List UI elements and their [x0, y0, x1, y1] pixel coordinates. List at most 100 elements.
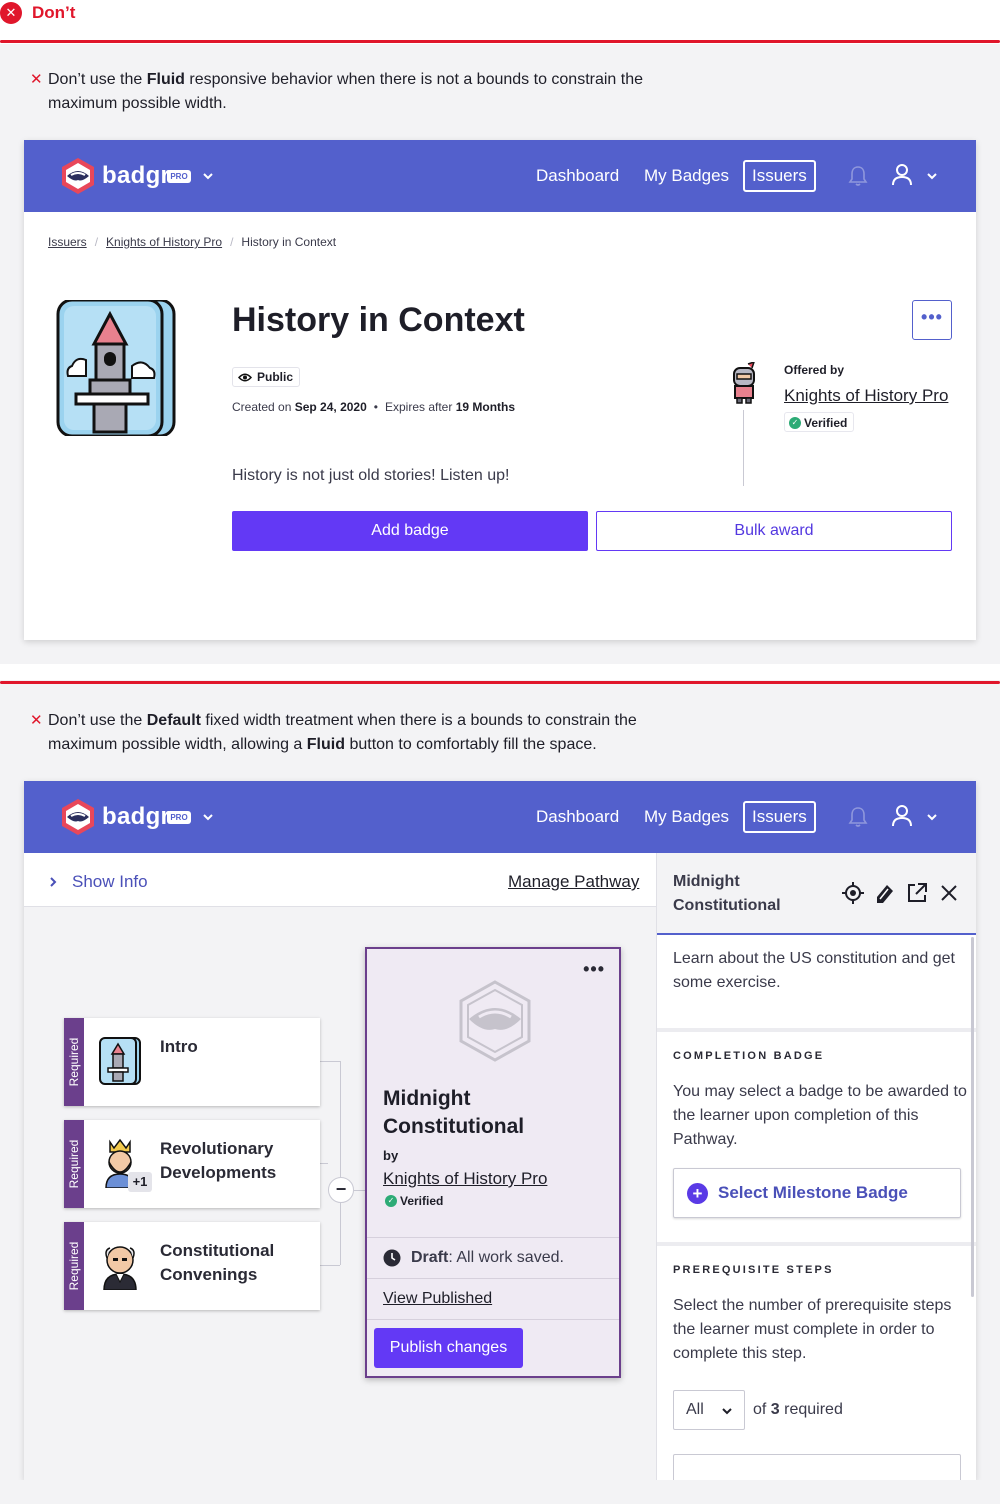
note-text: Don’t use the	[48, 71, 147, 88]
note-text: Don’t use the	[48, 712, 147, 729]
add-badge-button[interactable]: Add badge	[232, 511, 588, 551]
visibility-badge: Public	[232, 367, 301, 387]
panel-scrollbar[interactable]	[971, 937, 974, 1297]
clock-icon	[383, 1249, 401, 1267]
check-icon: ✓	[385, 1195, 397, 1207]
connector-line	[320, 1163, 328, 1164]
edit-icon[interactable]	[873, 881, 897, 905]
guideline-note-1: ✕ Don’t use the Fluid responsive behavio…	[30, 68, 710, 116]
badgr-logo-icon[interactable]	[58, 156, 98, 196]
step-details-panel: Midnight Constitutional Learn about the …	[656, 853, 976, 1480]
visibility-label: Public	[257, 370, 294, 384]
panel-title: Midnight Constitutional	[673, 873, 781, 914]
badge-meta: Created on Sep 24, 2020 • Expires after 19…	[232, 400, 516, 414]
verified-label: Verified	[804, 416, 848, 430]
select-value: All	[686, 1401, 704, 1418]
example-card-1: badgr PRO Dashboard My Badges Issuers Is…	[24, 140, 976, 640]
chevron-down-icon[interactable]	[927, 812, 937, 822]
publish-changes-button[interactable]: Publish changes	[374, 1328, 523, 1368]
close-icon[interactable]	[937, 881, 961, 905]
top-nav: badgr PRO Dashboard My Badges Issuers	[24, 781, 976, 853]
castle-badge-icon	[56, 300, 176, 436]
nav-my-badges[interactable]: My Badges	[644, 164, 729, 188]
bulk-award-button[interactable]: Bulk award	[596, 511, 952, 551]
step-card-constitutional[interactable]: Required Constitutional Convenings	[64, 1222, 320, 1310]
verified-badge: ✓ Verified	[381, 1191, 449, 1211]
knight-avatar-icon	[733, 362, 755, 404]
bottom-gap	[0, 1480, 1000, 1504]
user-icon[interactable]	[890, 803, 916, 829]
more-options-button[interactable]: •••	[583, 960, 605, 978]
prerequisite-steps-heading: PREREQUISITE STEPS	[673, 1264, 834, 1276]
plus-icon: +	[687, 1183, 708, 1204]
expires-value: 19 Months	[455, 400, 516, 414]
verified-badge: ✓ Verified	[784, 412, 855, 432]
panel-header: Midnight Constitutional	[657, 853, 976, 935]
nav-dashboard[interactable]: Dashboard	[536, 164, 619, 188]
prerequisite-count-select[interactable]: All	[673, 1390, 745, 1430]
step-label: Intro	[160, 1037, 198, 1056]
step-card-revolutionary[interactable]: Required +1 Revolutionary Developments	[64, 1120, 320, 1208]
required-tag: Required	[64, 1018, 84, 1106]
error-icon: ✕	[0, 2, 22, 24]
issuer-link[interactable]: Knights of History Pro	[784, 384, 948, 408]
x-mark-icon: ✕	[30, 712, 43, 729]
connector-line	[354, 1190, 365, 1191]
nav-issuers[interactable]: Issuers	[743, 160, 816, 192]
breadcrumb-issuer[interactable]: Knights of History Pro	[106, 235, 222, 249]
nav-dashboard[interactable]: Dashboard	[536, 805, 619, 829]
check-icon: ✓	[789, 417, 801, 429]
required-tag: Required	[64, 1120, 84, 1208]
bell-icon[interactable]	[846, 164, 870, 188]
nav-my-badges[interactable]: My Badges	[644, 805, 729, 829]
breadcrumb-current: History in Context	[241, 235, 337, 249]
created-date: Sep 24, 2020	[294, 400, 367, 414]
extra-count-badge: +1	[128, 1172, 152, 1192]
note-bold: Fluid	[306, 736, 345, 753]
bell-icon[interactable]	[846, 805, 870, 829]
divider-rule	[0, 40, 1000, 43]
issuer-connector-line	[743, 410, 744, 486]
step-card-intro[interactable]: Required Intro	[64, 1018, 320, 1106]
chevron-down-icon[interactable]	[203, 812, 213, 822]
by-label: by	[383, 1148, 399, 1163]
chevron-down-icon[interactable]	[927, 171, 937, 181]
pro-badge: PRO	[167, 170, 191, 183]
draft-status: Draft: All work saved.	[411, 1247, 564, 1269]
offered-by-label: Offered by	[784, 363, 845, 377]
manage-pathway-link[interactable]: Manage Pathway	[508, 871, 639, 893]
issuer-link[interactable]: Knights of History Pro	[383, 1167, 547, 1191]
step-label: Revolutionary Developments	[160, 1139, 277, 1182]
nav-issuers[interactable]: Issuers	[743, 801, 816, 833]
chevron-right-icon[interactable]	[48, 877, 58, 887]
milestone-card[interactable]: ••• Midnight Constitutional by Knights o…	[365, 947, 621, 1378]
collapse-toggle-button[interactable]: −	[328, 1177, 354, 1203]
select-milestone-badge-button[interactable]: + Select Milestone Badge	[673, 1168, 961, 1218]
connector-line	[340, 1061, 341, 1177]
locate-icon[interactable]	[841, 881, 865, 905]
required-label: required	[779, 1401, 843, 1418]
badge-title: History in Context	[232, 301, 525, 339]
draft-text: : All work saved.	[448, 1249, 564, 1266]
castle-badge-icon	[99, 1037, 141, 1085]
more-options-button[interactable]: •••	[912, 300, 952, 340]
section-divider	[657, 1028, 976, 1032]
view-published-link[interactable]: View Published	[383, 1288, 492, 1310]
prerequisite-step-item[interactable]	[673, 1454, 961, 1480]
required-label: Required	[67, 1139, 81, 1189]
guideline-note-2: ✕ Don’t use the Default fixed width trea…	[30, 709, 710, 757]
logo-text: badgr	[102, 803, 171, 830]
user-icon[interactable]	[890, 162, 916, 188]
top-nav: badgr PRO Dashboard My Badges Issuers	[24, 140, 976, 212]
founder-avatar-icon	[103, 1246, 137, 1290]
badgr-placeholder-icon	[459, 980, 531, 1062]
breadcrumb-issuers[interactable]: Issuers	[48, 235, 87, 249]
badgr-logo-icon[interactable]	[58, 797, 98, 837]
show-info-button[interactable]: Show Info	[72, 871, 148, 893]
connector-line	[320, 1265, 340, 1266]
section-divider	[657, 1242, 976, 1246]
chevron-down-icon[interactable]	[203, 171, 213, 181]
note-text: button to comfortably fill the space.	[345, 736, 597, 753]
external-link-icon[interactable]	[905, 881, 929, 905]
completion-badge-heading: COMPLETION BADGE	[673, 1050, 825, 1062]
